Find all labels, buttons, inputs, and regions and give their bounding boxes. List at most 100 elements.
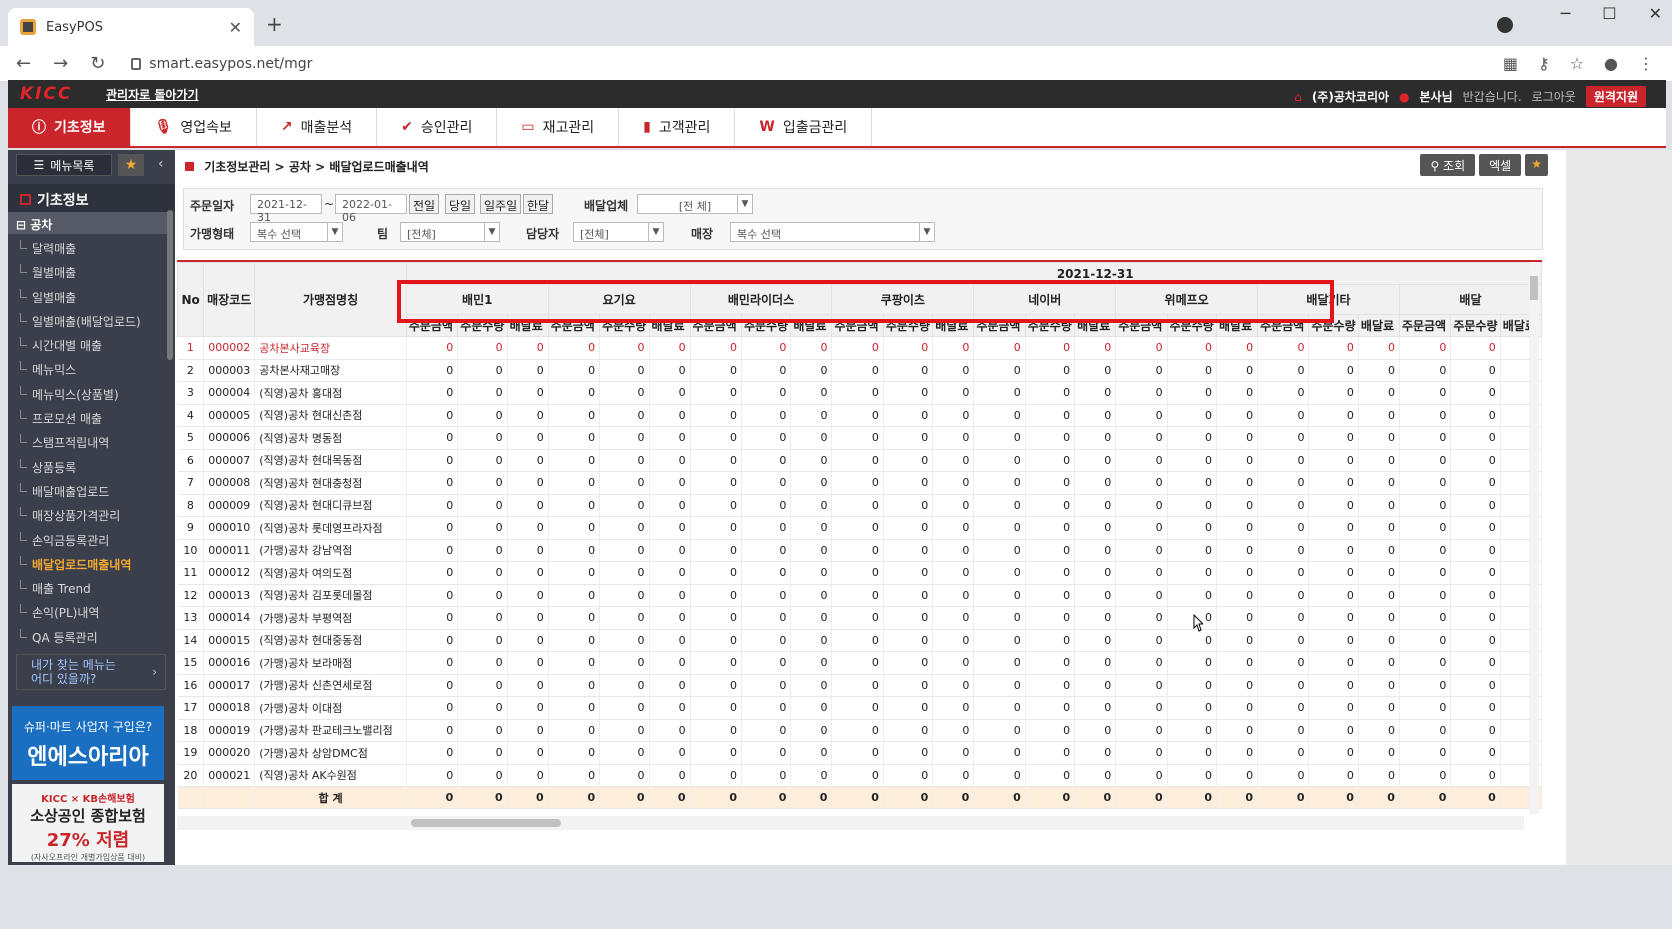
table-row[interactable]: 10 000011 (가맹)공차 강남역점 0 0 0 0 0 0 0 0 0 0 0 0 0 0 0 0 0 0 0 0 0… — [177, 539, 1542, 562]
sidebar-item[interactable]: QA 등록관리 — [8, 625, 166, 649]
back-arrow-icon[interactable]: ← — [16, 53, 31, 74]
manager-select[interactable]: [전체] ▼ — [573, 222, 664, 242]
favorite-star-icon[interactable]: ★ — [1525, 154, 1548, 176]
nav-sales-flash[interactable]: 🎙 영업속보 — [131, 108, 257, 146]
table-row[interactable]: 2000003공차본사재고매장000000000000000000000000 — [177, 359, 1542, 382]
collapse-sidebar-icon[interactable]: ‹ — [158, 156, 164, 172]
table-row[interactable]: 16 000017 (가맹)공차 신촌연세로점 0 0 0 0 0 0 0 0 0 0 0 0 0 0 0 0 0 0 0… — [177, 674, 1542, 697]
back-to-admin-link[interactable]: 관리자로 돌아가기 — [106, 86, 199, 103]
ad-banner-insurance[interactable]: KICC × KB손해보험 소상공인 종합보험 27% 저렴 (자사오프라인 개… — [12, 784, 164, 862]
sidebar-item[interactable]: 일별매출 — [8, 285, 166, 309]
cell-no: 9 — [177, 516, 205, 540]
lock-icon[interactable] — [131, 57, 142, 70]
nav-sales-analysis[interactable]: ↗ 매출분석 — [257, 108, 378, 146]
logout-link[interactable]: 로그아웃 — [1532, 88, 1576, 105]
search-button[interactable]: ⚲ 조회 — [1420, 154, 1476, 176]
window-close-button[interactable]: ✕ — [1649, 4, 1662, 23]
translate-icon[interactable]: ▦ — [1503, 54, 1518, 73]
franchise-type-select[interactable]: 복수 선택 ▼ — [250, 222, 343, 242]
sidebar-item[interactable]: 매장상품가격관리 — [8, 503, 166, 527]
delivery-company-select[interactable]: [전 체] ▼ — [637, 194, 753, 214]
date-from-input[interactable]: 2021-12-31 — [250, 194, 322, 224]
bookmark-star-icon[interactable]: ☆ — [1570, 54, 1584, 73]
cell-value: 0 — [790, 764, 833, 787]
prev-day-button[interactable]: 전일 — [409, 194, 440, 214]
nav-customer[interactable]: ▮ 고객관리 — [619, 108, 736, 146]
table-row[interactable]: 8 000009 (직영)공차 현대디큐브점 0 0 0 0 0 0 0 0 0 0 0 0 0 0 0 0 0 0 0 0… — [177, 494, 1542, 517]
cell-value: 0 — [883, 561, 934, 585]
profile-avatar-icon[interactable]: ● — [1604, 54, 1618, 73]
team-select[interactable]: [전체] ▼ — [400, 222, 500, 242]
cell-value: 0 — [457, 674, 508, 697]
tab-search-icon[interactable] — [1497, 17, 1513, 33]
sidebar-item[interactable]: 프로모션 매출 — [8, 406, 166, 430]
sidebar-item[interactable]: 일별매출(배달업로드) — [8, 309, 166, 333]
store-select[interactable]: 복수 선택 ▼ — [730, 222, 935, 242]
table-row[interactable]: 9 000010 (직영)공차 롯데영프라자점 0 0 0 0 0 0 0 0 0 0 0 0 0 0 0 0 0 0 0… — [177, 516, 1542, 540]
nav-basic-info[interactable]: ⓘ 기초정보 — [8, 108, 131, 146]
table-row[interactable]: 18 000019 (가맹)공차 판교테크노밸리점 0 0 0 0 0 0 0 0 0 0 0 0 0 0 0 0 0… — [177, 719, 1542, 742]
sidebar-group-gongcha[interactable]: ⊟ 공차 — [8, 212, 168, 234]
forward-arrow-icon[interactable]: → — [53, 53, 68, 74]
sidebar-item[interactable]: 달력매출 — [8, 236, 166, 260]
cell-value: 0 — [1358, 381, 1400, 405]
nav-inventory[interactable]: ▭ 재고관리 — [497, 108, 620, 146]
sidebar-item[interactable]: 배달업로드매출내역 — [8, 552, 166, 576]
week-button[interactable]: 일주일 — [480, 194, 522, 214]
reload-icon[interactable]: ↻ — [90, 53, 105, 74]
table-row[interactable]: 3 000004 (직영)공차 홍대점 0 0 0 0 0 0 0 0 0 0 0 0 0 0 0 0 0 0 0 0 0 0 0… — [177, 381, 1542, 405]
sidebar-item[interactable]: 스탬프적립내역 — [8, 430, 166, 454]
sidebar-item[interactable]: 손익금등록관리 — [8, 528, 166, 552]
date-to-input[interactable]: 2022-01-06 — [335, 194, 407, 224]
nav-approval[interactable]: ✔ 승인관리 — [377, 108, 498, 146]
grid-horizontal-scrollbar[interactable] — [177, 816, 1524, 830]
grid-vertical-scrollbar[interactable] — [1529, 262, 1539, 814]
sidebar-item[interactable]: 메뉴믹스 — [8, 357, 166, 381]
cell-name: (직영)공차 현대중동점 — [254, 629, 407, 652]
sidebar-item[interactable]: 매출 Trend — [8, 576, 166, 600]
tab-close-icon[interactable]: ✕ — [229, 18, 242, 37]
cell-no: 16 — [177, 674, 205, 697]
excel-button[interactable]: 엑셀 — [1479, 154, 1522, 176]
browser-tab[interactable]: EasyPOS ✕ — [8, 8, 254, 46]
sidebar-scrollbar[interactable] — [167, 210, 173, 360]
table-row[interactable]: 20 000021 (직영)공차 AK수원점 0 0 0 0 0 0 0 0 0 0 0 0 0 0 0 0 0 0 0 0… — [177, 764, 1542, 787]
sidebar-item[interactable]: 시간대별 매출 — [8, 333, 166, 357]
month-button[interactable]: 한달 — [523, 194, 554, 214]
cell-value: 0 — [932, 674, 975, 697]
ad-banner-ns[interactable]: 슈퍼·마트 사업자 구입은? 엔에스아리아 — [12, 706, 164, 780]
cell-value: 0 — [406, 359, 459, 382]
table-row[interactable]: 6 000007 (직영)공차 현대목동점 0 0 0 0 0 0 0 0 0 0 0 0 0 0 0 0 0 0 0 0 0… — [177, 449, 1542, 472]
table-row[interactable]: 13 000014 (가맹)공차 부평역점 0 0 0 0 0 0 0 0 0 0 0 0 0 0 0 0 0 0 0 0 0… — [177, 606, 1542, 630]
table-row[interactable]: 19 000020 (가맹)공차 상암DMC점 0 0 0 0 0 0 0 0 0 0 0 0 0 0 0 0 0 0 0… — [177, 741, 1542, 765]
sidebar-item[interactable]: 손익(PL)내역 — [8, 600, 166, 624]
table-row[interactable]: 7 000008 (직영)공차 현대충청점 0 0 0 0 0 0 0 0 0 0 0 0 0 0 0 0 0 0 0 0 0… — [177, 471, 1542, 495]
table-row[interactable]: 4 000005 (직영)공차 현대신촌점 0 0 0 0 0 0 0 0 0 0 0 0 0 0 0 0 0 0 0 0 0… — [177, 404, 1542, 427]
cell-value: 0 — [1025, 471, 1076, 495]
table-row[interactable]: 14 000015 (직영)공차 현대중동점 0 0 0 0 0 0 0 0 0 0 0 0 0 0 0 0 0 0 0 0… — [177, 629, 1542, 652]
today-button[interactable]: 당일 — [445, 194, 476, 214]
url-field[interactable]: smart.easypos.net/mgr — [149, 56, 312, 72]
sidebar-item[interactable]: 월별매출 — [8, 260, 166, 284]
table-row[interactable]: 1000002공차본사교육장000000000000000000000000 — [177, 336, 1542, 360]
table-row[interactable]: 17 000018 (가맹)공차 이대점 0 0 0 0 0 0 0 0 0 0 0 0 0 0 0 0 0 0 0 0 0 0… — [177, 696, 1542, 720]
key-icon[interactable]: ⚷ — [1538, 54, 1550, 73]
table-row[interactable]: 12 000013 (직영)공차 김포롯데몰점 0 0 0 0 0 0 0 0 0 0 0 0 0 0 0 0 0 0 0… — [177, 584, 1542, 607]
find-menu-banner[interactable]: 내가 찾는 메뉴는 어디 있을까? › — [16, 654, 166, 690]
table-row[interactable]: 11 000012 (직영)공차 여의도점 0 0 0 0 0 0 0 0 0 0 0 0 0 0 0 0 0 0 0 0 0… — [177, 561, 1542, 585]
sidebar-item[interactable]: 메뉴믹스(상품별) — [8, 382, 166, 406]
cell-value: 0 — [1450, 359, 1501, 382]
sidebar-item[interactable]: 배달매출업로드 — [8, 479, 166, 503]
cell-value: 0 — [1257, 561, 1310, 585]
window-minimize-button[interactable]: ─ — [1561, 4, 1571, 23]
more-menu-icon[interactable]: ⋮ — [1638, 54, 1654, 73]
table-row[interactable]: 15 000016 (가맹)공차 보라매점 0 0 0 0 0 0 0 0 0 0 0 0 0 0 0 0 0 0 0 0 0… — [177, 651, 1542, 675]
table-row[interactable]: 5 000006 (직영)공차 명동점 0 0 0 0 0 0 0 0 0 0 0 0 0 0 0 0 0 0 0 0 0 0 0… — [177, 426, 1542, 450]
sidebar-item[interactable]: 상품등록 — [8, 455, 166, 479]
nav-deposit[interactable]: W 입출금관리 — [735, 108, 873, 146]
remote-support-button[interactable]: 원격지원 — [1585, 86, 1646, 107]
favorites-star-icon[interactable]: ★ — [118, 154, 144, 176]
menu-list-button[interactable]: ☰ 메뉴목록 — [16, 154, 112, 176]
new-tab-button[interactable]: + — [266, 12, 283, 36]
window-maximize-button[interactable]: ☐ — [1602, 4, 1616, 23]
